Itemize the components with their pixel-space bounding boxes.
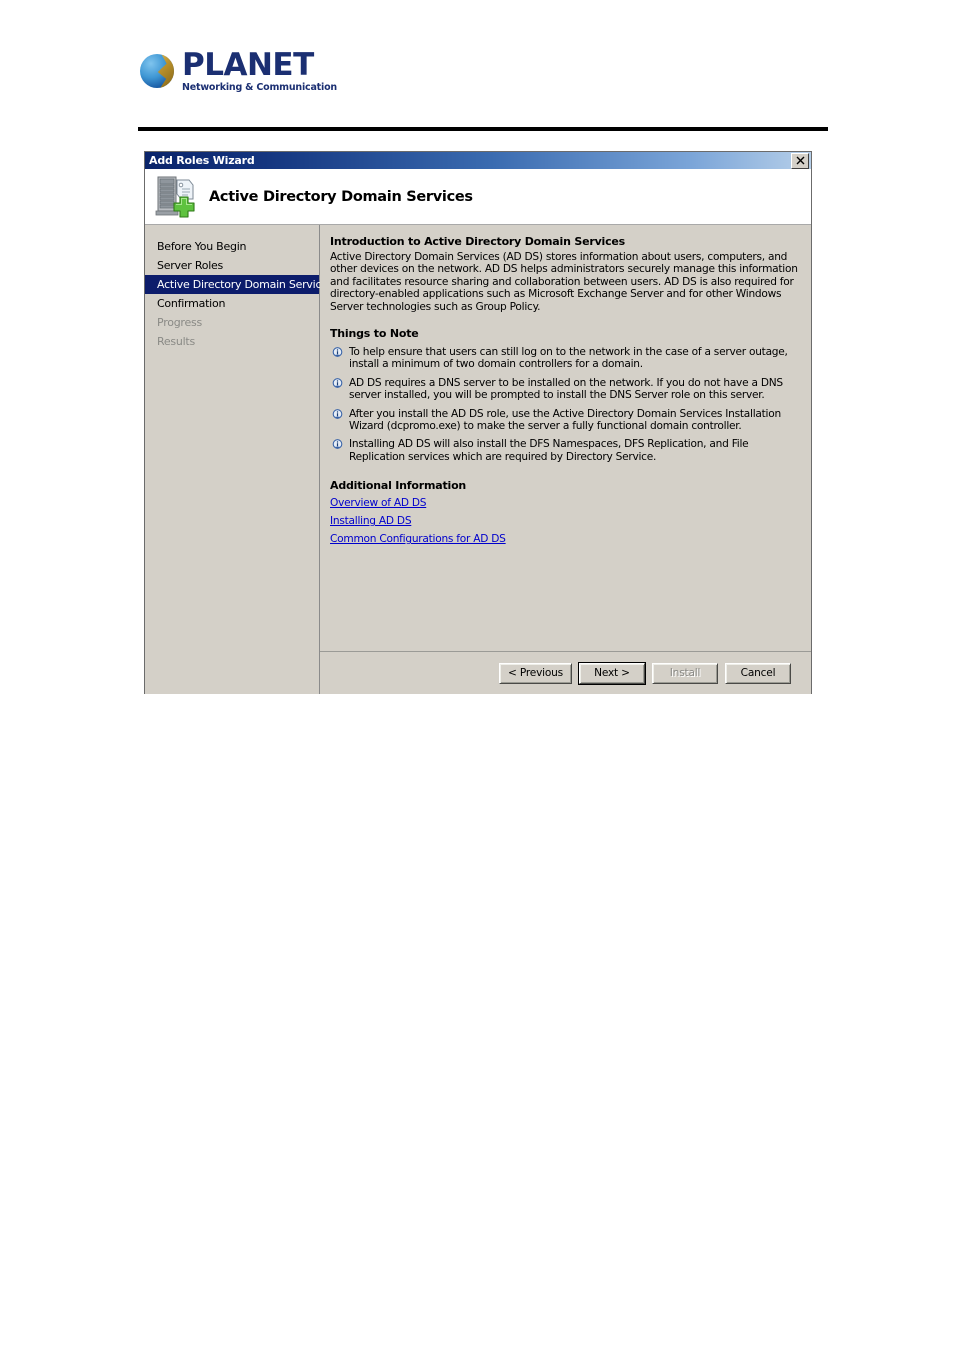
dialog-titlebar: Add Roles Wizard bbox=[145, 152, 811, 169]
header-divider bbox=[138, 127, 828, 131]
planet-sphere-icon bbox=[140, 54, 174, 89]
banner-title: Active Directory Domain Services bbox=[209, 188, 473, 205]
info-icon bbox=[332, 408, 343, 420]
logo-text-block: PLANET Networking & Communication bbox=[182, 50, 337, 93]
info-icon bbox=[332, 377, 343, 389]
link-common-configurations-for-ad-ds[interactable]: Common Configurations for AD DS bbox=[330, 533, 506, 545]
server-with-tag-and-plus-icon bbox=[155, 174, 199, 220]
note-item: After you install the AD DS role, use th… bbox=[330, 408, 799, 433]
note-item: Installing AD DS will also install the D… bbox=[330, 438, 799, 463]
dialog-body: Before You Begin Server Roles Active Dir… bbox=[145, 225, 811, 694]
sidebar-item-results: Results bbox=[157, 335, 195, 348]
note-item: AD DS requires a DNS server to be instal… bbox=[330, 377, 799, 402]
sidebar-item-confirmation[interactable]: Confirmation bbox=[145, 294, 319, 313]
dialog-footer: < Previous Next > Install Cancel bbox=[320, 652, 811, 694]
additional-information-heading: Additional Information bbox=[330, 479, 467, 493]
dialog-title: Add Roles Wizard bbox=[149, 154, 255, 167]
info-icon bbox=[332, 347, 343, 358]
install-button: Install bbox=[652, 662, 718, 684]
sidebar-item-active-directory-domain-services[interactable]: Active Directory Domain Services bbox=[145, 275, 334, 294]
info-icon bbox=[332, 439, 343, 450]
sidebar-item-before-you-begin[interactable]: Before You Begin bbox=[145, 237, 319, 256]
sidebar-item-progress: Progress bbox=[157, 316, 202, 329]
intro-heading: Introduction to Active Directory Domain … bbox=[330, 235, 626, 248]
content-panel: Introduction to Active Directory Domain … bbox=[320, 225, 811, 652]
close-icon[interactable] bbox=[791, 152, 809, 169]
note-text: To help ensure that users can still log … bbox=[349, 346, 788, 371]
dialog-banner: Active Directory Domain Services bbox=[145, 169, 811, 225]
note-text: After you install the AD DS role, use th… bbox=[349, 407, 781, 433]
wizard-steps-sidebar: Before You Begin Server Roles Active Dir… bbox=[145, 225, 334, 694]
things-to-note-heading: Things to Note bbox=[330, 327, 419, 341]
intro-paragraph: Active Directory Domain Services (AD DS)… bbox=[330, 251, 798, 313]
note-item: To help ensure that users can still log … bbox=[330, 346, 799, 371]
planet-logo: PLANET Networking & Communication bbox=[140, 50, 830, 93]
link-installing-ad-ds[interactable]: Installing AD DS bbox=[330, 515, 412, 527]
link-overview-of-ad-ds[interactable]: Overview of AD DS bbox=[330, 497, 426, 509]
page-header: PLANET Networking & Communication bbox=[140, 50, 830, 128]
note-text: Installing AD DS will also install the D… bbox=[349, 438, 749, 463]
sidebar-item-server-roles[interactable]: Server Roles bbox=[145, 256, 319, 275]
next-button[interactable]: Next > bbox=[578, 661, 646, 685]
add-roles-wizard-dialog: Add Roles Wizard Active Directory Domain… bbox=[144, 151, 812, 694]
brand-tagline: Networking & Communication bbox=[182, 82, 337, 93]
previous-button[interactable]: < Previous bbox=[498, 662, 572, 684]
cancel-button[interactable]: Cancel bbox=[725, 662, 791, 684]
content-column: Introduction to Active Directory Domain … bbox=[320, 225, 811, 694]
note-text: AD DS requires a DNS server to be instal… bbox=[349, 376, 783, 402]
brand-name: PLANET bbox=[182, 47, 314, 83]
